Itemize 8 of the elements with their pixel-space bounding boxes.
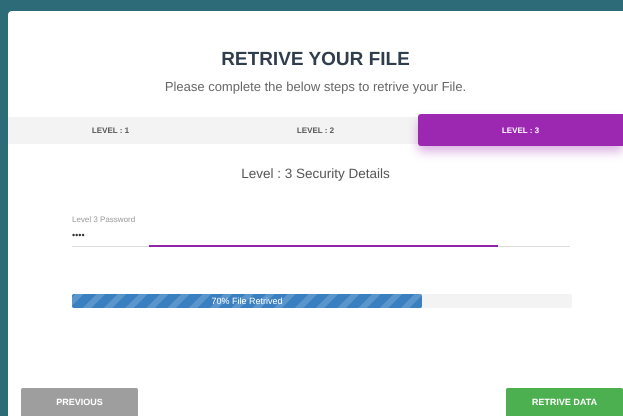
page-heading: RETRIVE YOUR FILE [220,49,411,71]
level-tab[interactable]: LEVEL : 2 [213,117,418,144]
progress-label: 70% File Retrived [211,296,283,306]
level-tab[interactable]: LEVEL : 3 [418,114,623,146]
section-title: Level : 3 Security Details [240,166,391,181]
level-tab[interactable]: LEVEL : 1 [8,117,213,144]
instructions-text: Please complete the below steps to retrive your File. [164,79,468,94]
field-label: Level 3 Password [72,215,136,224]
